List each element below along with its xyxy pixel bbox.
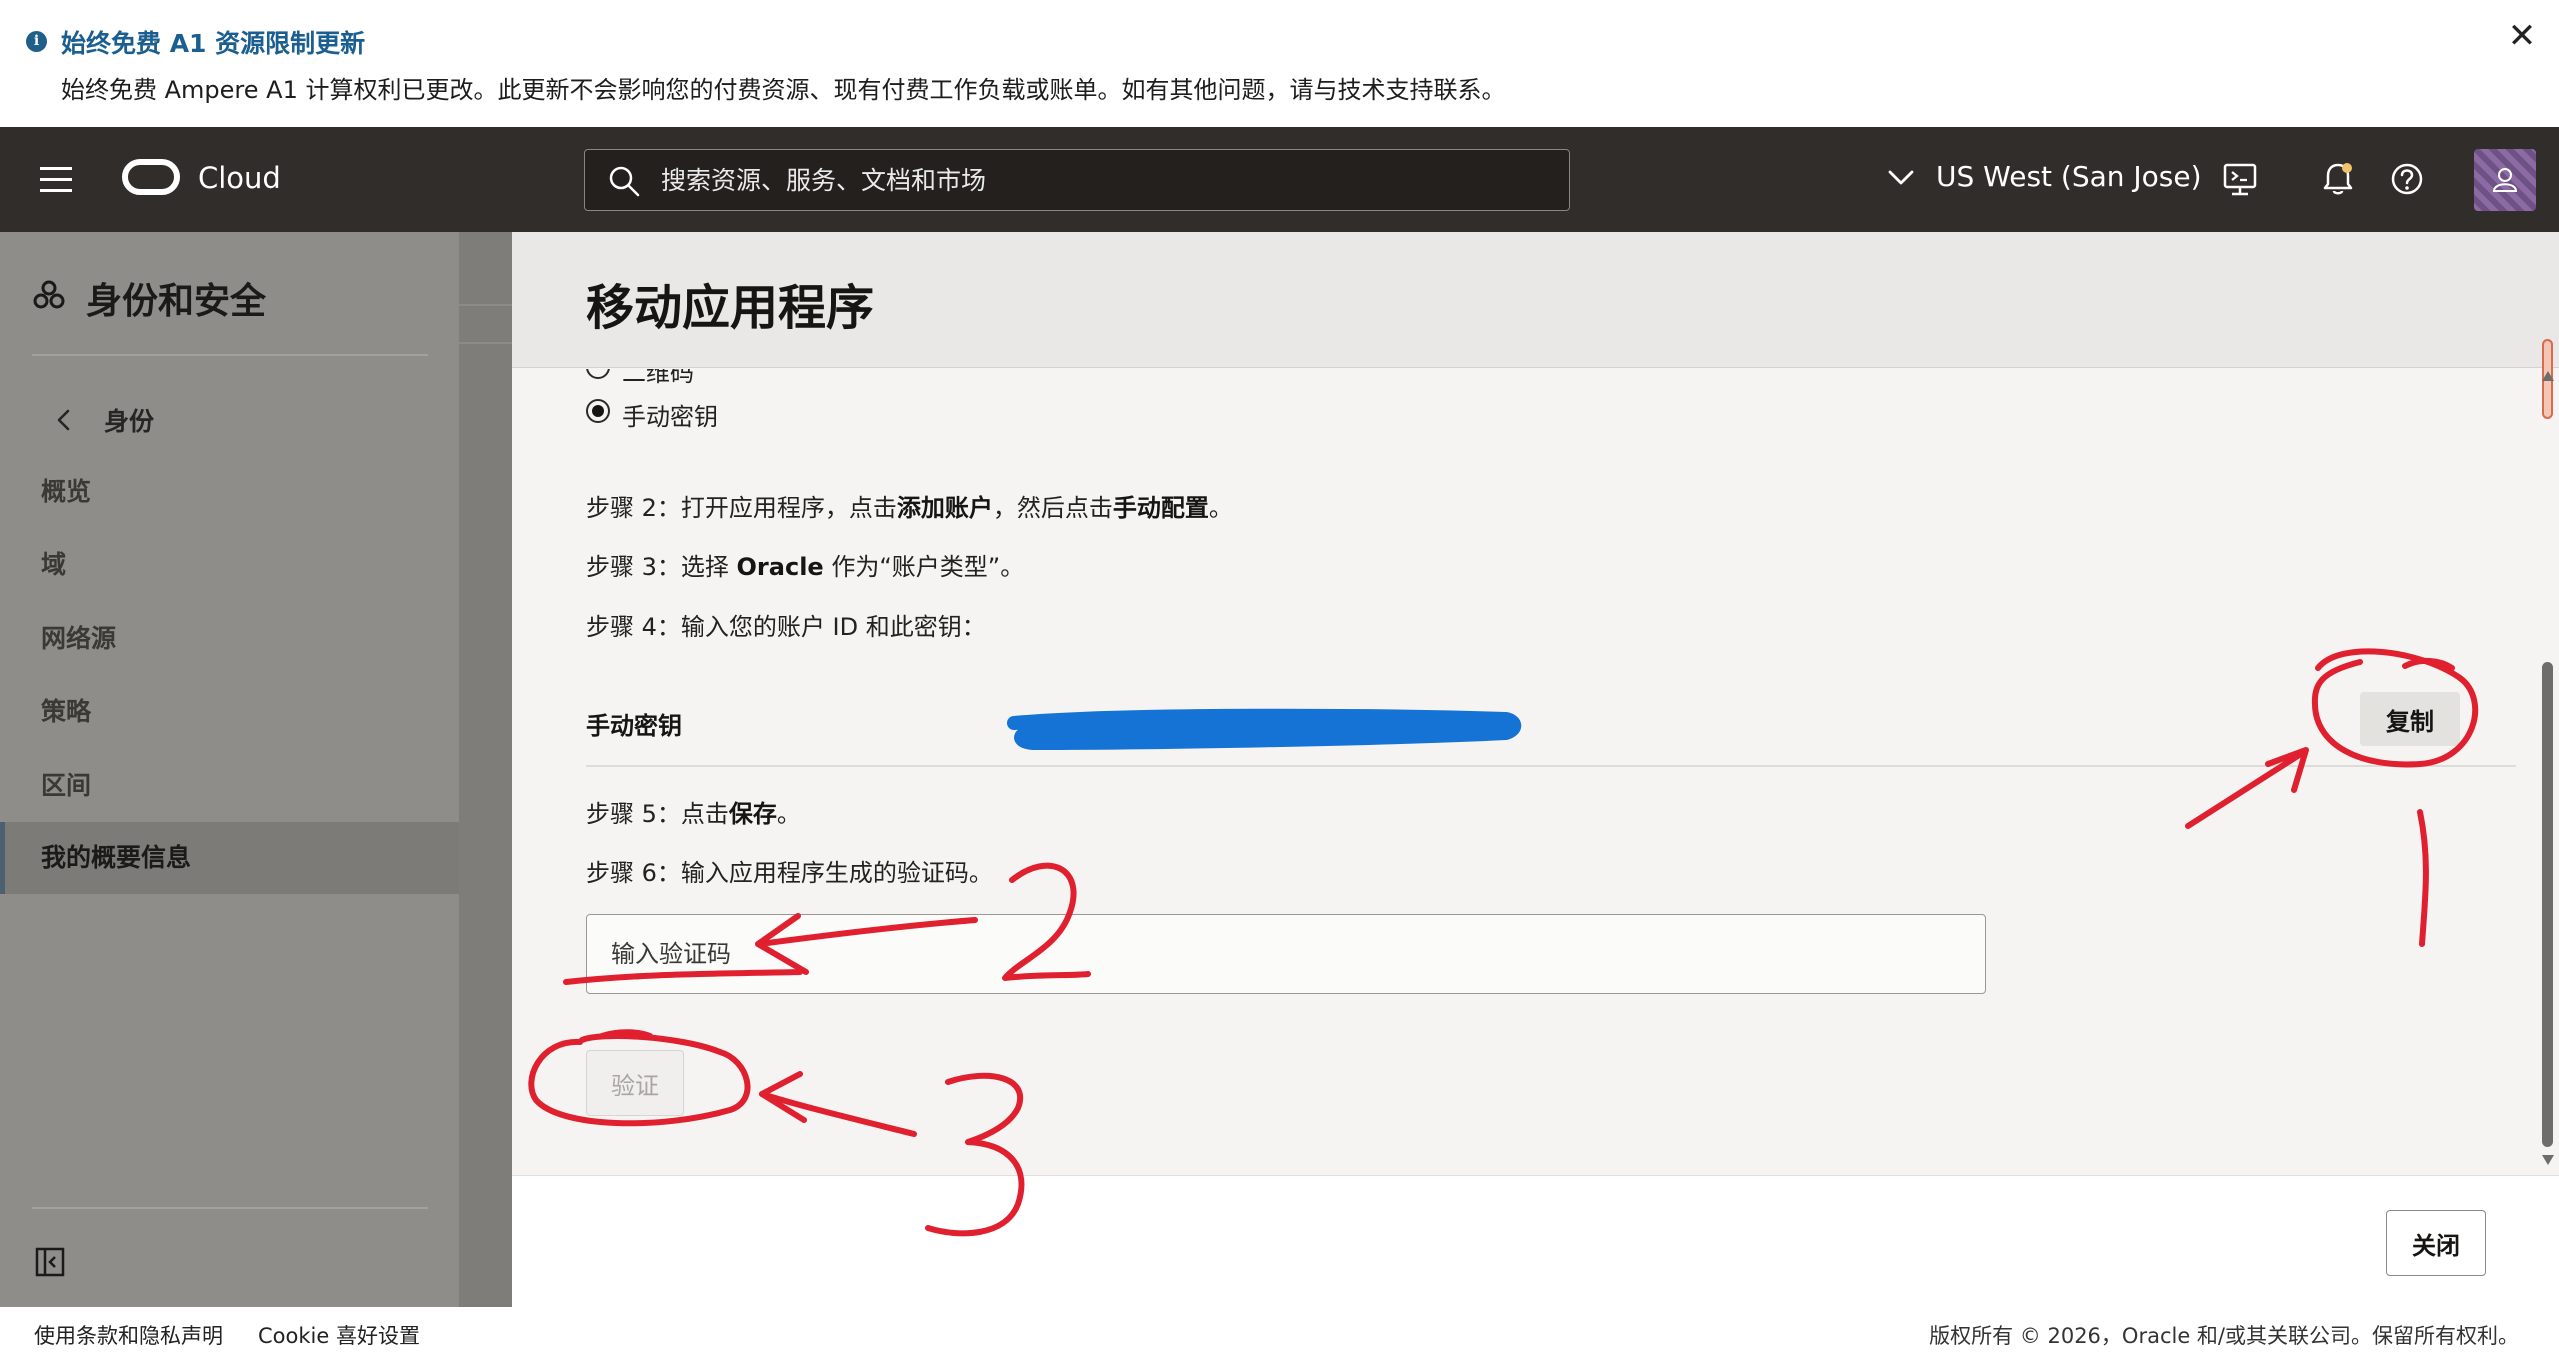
panel-header: 移动应用程序 (512, 232, 2559, 368)
menu-icon[interactable] (40, 167, 72, 193)
sidebar-divider (32, 1207, 428, 1209)
redacted-key-value (1007, 708, 1522, 750)
banner-title: 始终免费 A1 资源限制更新 (61, 29, 366, 58)
sidebar-divider (32, 354, 428, 356)
radio-manual-key-label: 手动密钥 (622, 403, 718, 431)
sidebar: 身份和安全 身份 概览 域 网络源 策略 区间 我的概要信息 (0, 232, 459, 1307)
info-icon: i (26, 31, 47, 52)
copy-button[interactable]: 复制 (2360, 692, 2460, 746)
brand-label[interactable]: Cloud (198, 161, 281, 195)
manual-key-label: 手动密钥 (586, 712, 682, 740)
chevron-down-icon[interactable] (1888, 169, 1914, 187)
user-icon (2492, 168, 2518, 192)
step-6-text: 步骤 6：输入应用程序生成的验证码。 (586, 859, 993, 887)
sidebar-item-overview[interactable]: 概览 (0, 456, 459, 528)
scrollbar-thumb[interactable] (2542, 662, 2553, 1147)
help-icon[interactable] (2385, 157, 2429, 201)
verify-button[interactable]: 验证 (586, 1050, 684, 1116)
sidebar-item-domains[interactable]: 域 (0, 529, 459, 601)
radio-qr-code[interactable] (586, 369, 610, 379)
scroll-down-icon[interactable] (2540, 1153, 2556, 1167)
search-icon (609, 166, 640, 197)
oracle-logo-icon[interactable] (122, 159, 180, 195)
sidebar-item-policies[interactable]: 策略 (0, 676, 459, 748)
sidebar-back-identity[interactable]: 身份 (104, 402, 154, 438)
radio-qr-code-label: 二维码 (622, 369, 694, 387)
sidebar-item-my-profile[interactable]: 我的概要信息 (0, 822, 459, 894)
banner-text: 始终免费 Ampere A1 计算权利已更改。此更新不会影响您的付费资源、现有付… (61, 76, 1506, 104)
radio-manual-key[interactable] (586, 399, 610, 423)
sidebar-item-compartments[interactable]: 区间 (0, 750, 459, 822)
verification-code-input[interactable] (586, 914, 1986, 994)
sidebar-item-network-sources[interactable]: 网络源 (0, 603, 459, 675)
page-footer: 使用条款和隐私声明 Cookie 喜好设置 版权所有 © 2026，Oracle… (0, 1307, 2559, 1357)
bell-icon[interactable] (2316, 157, 2360, 201)
mobile-app-panel: 移动应用程序 二维码 手动密钥 步骤 2：打开应用程序，点击添加账户，然后点击手… (512, 232, 2559, 1307)
sidebar-collapse-icon[interactable] (34, 1246, 66, 1278)
step-5-text: 步骤 5：点击保存。 (586, 800, 801, 828)
avatar[interactable] (2474, 149, 2536, 211)
panel-footer: 关闭 (512, 1175, 2559, 1307)
step-4-text: 步骤 4：输入您的账户 ID 和此密钥： (586, 613, 986, 641)
chevron-left-icon[interactable] (54, 408, 72, 432)
divider (586, 765, 2516, 767)
copyright-text: 版权所有 © 2026，Oracle 和/或其关联公司。保留所有权利。 (1929, 1324, 2519, 1348)
page-overlay (459, 232, 512, 1307)
close-button[interactable]: 关闭 (2386, 1210, 2486, 1276)
sidebar-title: 身份和安全 (86, 281, 267, 322)
panel-title: 移动应用程序 (586, 280, 875, 336)
region-selector[interactable]: US West (San Jose) (1936, 160, 2202, 193)
search-input[interactable] (661, 150, 1541, 210)
search-box[interactable] (584, 149, 1570, 211)
terms-privacy-link[interactable]: 使用条款和隐私声明 (34, 1320, 223, 1350)
close-icon[interactable]: ✕ (2504, 18, 2540, 54)
top-navigation: Cloud US West (San Jose) (0, 127, 2559, 232)
identity-security-icon (33, 280, 65, 309)
panel-body: 二维码 手动密钥 步骤 2：打开应用程序，点击添加账户，然后点击手动配置。 步骤… (512, 369, 2532, 1173)
step-3-text: 步骤 3：选择 Oracle 作为“账户类型”。 (586, 553, 1025, 581)
step-2-text: 步骤 2：打开应用程序，点击添加账户，然后点击手动配置。 (586, 494, 1233, 522)
announcement-banner: i 始终免费 A1 资源限制更新 始终免费 Ampere A1 计算权利已更改。… (0, 0, 2559, 127)
scroll-up-icon[interactable] (2540, 369, 2556, 383)
cookie-preferences-link[interactable]: Cookie 喜好设置 (258, 1320, 420, 1350)
cloud-shell-icon[interactable] (2218, 157, 2262, 201)
